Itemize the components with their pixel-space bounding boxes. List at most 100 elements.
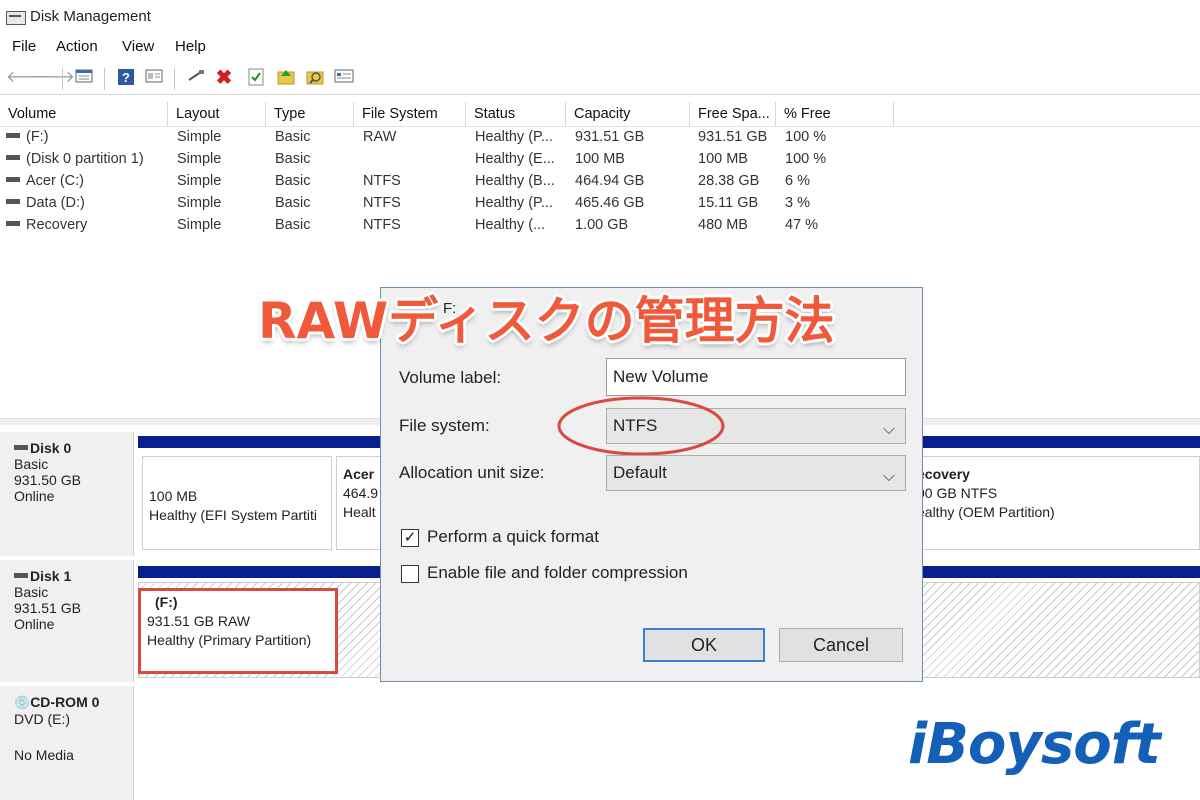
- compression-label: Enable file and folder compression: [427, 563, 688, 582]
- volume-name-cell: Recovery: [6, 217, 87, 233]
- list-view-icon[interactable]: [74, 68, 94, 88]
- column-capacity[interactable]: Capacity: [566, 102, 690, 126]
- free-space-cell: 931.51 GB: [698, 129, 768, 145]
- menu-bar: File Action View Help: [0, 34, 1200, 60]
- table-row[interactable]: (F:) Simple Basic RAW Healthy (P... 931.…: [0, 127, 900, 149]
- percent-free-cell: 100 %: [785, 151, 827, 167]
- status-cell: Healthy (P...: [475, 129, 553, 145]
- status-cell: Healthy (P...: [475, 195, 553, 211]
- volume-name-cell: Acer (C:): [6, 173, 84, 189]
- capacity-cell: 465.46 GB: [575, 195, 645, 211]
- menu-view[interactable]: View: [122, 38, 154, 55]
- ok-button[interactable]: OK: [643, 628, 765, 662]
- partition-status: ealthy (OEM Partition): [917, 504, 1055, 520]
- check-icon[interactable]: [246, 68, 266, 88]
- allocation-unit-select[interactable]: Default ⌵: [606, 455, 906, 491]
- partition-name: ecovery: [917, 466, 970, 482]
- search-icon[interactable]: [305, 68, 325, 88]
- free-space-cell: 100 MB: [698, 151, 748, 167]
- volume-icon: [6, 198, 20, 204]
- cancel-button[interactable]: Cancel: [779, 628, 903, 662]
- disk-size: 931.51 GB: [14, 600, 81, 616]
- free-space-cell: 480 MB: [698, 217, 748, 233]
- table-row[interactable]: Recovery Simple Basic NTFS Healthy (... …: [0, 215, 900, 237]
- partition-name: Acer: [343, 466, 375, 482]
- disk-0-info[interactable]: Disk 0 Basic 931.50 GB Online: [0, 432, 134, 556]
- allocation-unit-label: Allocation unit size:: [399, 463, 545, 482]
- volume-label-label: Volume label:: [399, 368, 502, 387]
- file-system-cell: NTFS: [363, 217, 401, 233]
- type-cell: Basic: [275, 173, 311, 189]
- column-layout[interactable]: Layout: [168, 102, 266, 126]
- table-row[interactable]: (Disk 0 partition 1) Simple Basic Health…: [0, 149, 900, 171]
- table-row[interactable]: Data (D:) Simple Basic NTFS Healthy (P..…: [0, 193, 900, 215]
- column-free-space[interactable]: Free Spa...: [690, 102, 776, 126]
- capacity-cell: 1.00 GB: [575, 217, 629, 233]
- volume-icon: [6, 220, 20, 226]
- disk-name: Disk 0: [30, 440, 72, 456]
- partition-size: 100 MB: [149, 488, 198, 504]
- disk-size: 931.50 GB: [14, 472, 81, 488]
- toolbar-separator: [104, 68, 105, 90]
- properties-icon[interactable]: [144, 68, 164, 88]
- cdrom-0-info[interactable]: 💿CD-ROM 0 DVD (E:) No Media: [0, 686, 134, 800]
- chevron-down-icon: ⌵: [882, 468, 895, 485]
- title-bar: Disk Management: [0, 0, 1200, 34]
- details-icon[interactable]: [334, 68, 354, 88]
- partition-recovery[interactable]: ecovery 00 GB NTFS ealthy (OEM Partition…: [912, 456, 1200, 550]
- compression-checkbox[interactable]: [401, 565, 419, 583]
- type-cell: Basic: [275, 129, 311, 145]
- layout-cell: Simple: [177, 129, 222, 145]
- forward-arrow-icon[interactable]: 🡒: [32, 68, 75, 88]
- status-cell: Healthy (B...: [475, 173, 555, 189]
- svg-text:?: ?: [122, 70, 130, 85]
- partition-efi[interactable]: 100 MB Healthy (EFI System Partiti: [142, 456, 332, 550]
- status-cell: Healthy (E...: [475, 151, 555, 167]
- partition-status: Healt: [343, 504, 376, 520]
- help-icon[interactable]: ?: [116, 68, 136, 88]
- column-type[interactable]: Type: [266, 102, 354, 126]
- connect-icon[interactable]: [186, 68, 206, 88]
- cdrom-icon: 💿: [14, 695, 31, 710]
- column-status[interactable]: Status: [466, 102, 566, 126]
- menu-file[interactable]: File: [12, 38, 36, 55]
- layout-cell: Simple: [177, 173, 222, 189]
- partition-status: Healthy (EFI System Partiti: [149, 507, 318, 523]
- column-file-system[interactable]: File System: [354, 102, 466, 126]
- disk-name: Disk 1: [30, 568, 72, 584]
- percent-free-cell: 100 %: [785, 129, 827, 145]
- volume-icon: [6, 154, 20, 160]
- volume-name-cell: (Disk 0 partition 1): [6, 151, 144, 167]
- rescan-icon[interactable]: [276, 68, 296, 88]
- quick-format-checkbox[interactable]: ✓: [401, 529, 419, 547]
- raw-partition-f[interactable]: (F:) 931.51 GB RAW Healthy (Primary Part…: [138, 588, 338, 674]
- delete-icon[interactable]: ✖: [214, 68, 234, 88]
- volume-label-input[interactable]: [606, 358, 906, 396]
- toolbar-separator: [62, 68, 63, 90]
- capacity-cell: 100 MB: [575, 151, 625, 167]
- percent-free-cell: 47 %: [785, 217, 819, 233]
- capacity-cell: 931.51 GB: [575, 129, 645, 145]
- file-system-cell: RAW: [363, 129, 397, 145]
- partition-acer[interactable]: Acer 464.9 Healt: [336, 456, 384, 550]
- file-system-cell: NTFS: [363, 195, 401, 211]
- column-volume[interactable]: Volume: [0, 102, 168, 126]
- disk-1-info[interactable]: Disk 1 Basic 931.51 GB Online: [0, 560, 134, 682]
- toolbar: 🡐 🡒 ? ✖: [0, 62, 1200, 95]
- highlight-ellipse: [557, 396, 725, 456]
- back-arrow-icon[interactable]: 🡐: [6, 68, 49, 88]
- free-space-cell: 15.11 GB: [698, 195, 759, 211]
- cdrom-type: DVD (E:): [14, 711, 70, 727]
- window-title: Disk Management: [30, 8, 151, 25]
- iboysoft-logo: iBoysoft: [908, 712, 1161, 777]
- disk-type: Basic: [14, 584, 49, 600]
- table-row[interactable]: Acer (C:) Simple Basic NTFS Healthy (B..…: [0, 171, 900, 193]
- percent-free-cell: 6 %: [785, 173, 810, 189]
- type-cell: Basic: [275, 151, 311, 167]
- menu-action[interactable]: Action: [56, 38, 98, 55]
- volume-icon: [6, 176, 20, 182]
- cdrom-name: CD-ROM 0: [30, 694, 100, 710]
- menu-help[interactable]: Help: [175, 38, 206, 55]
- layout-cell: Simple: [177, 217, 222, 233]
- column-percent-free[interactable]: % Free: [776, 102, 894, 126]
